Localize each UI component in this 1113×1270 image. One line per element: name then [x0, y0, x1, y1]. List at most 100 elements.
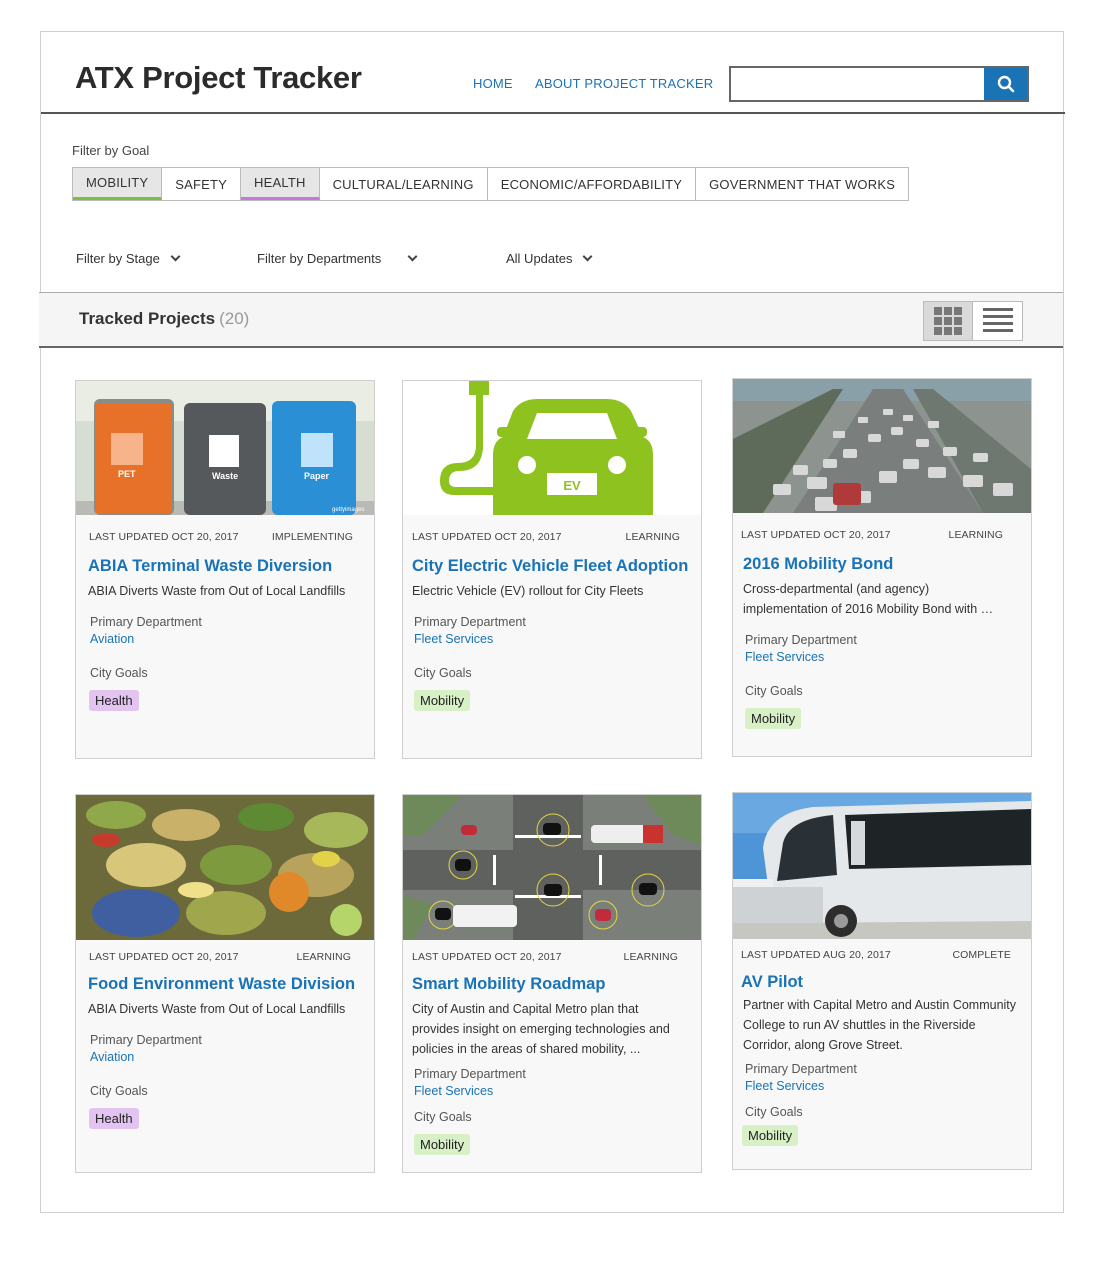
- department-link[interactable]: Fleet Services: [745, 650, 1031, 664]
- updates-dropdown[interactable]: All Updates: [506, 251, 593, 266]
- primary-department-label: Primary Department: [745, 633, 857, 647]
- goal-badge-mobility: Mobility: [414, 1134, 471, 1155]
- project-stage: LEARNING: [623, 951, 678, 963]
- primary-department-label: Primary Department: [745, 1062, 857, 1076]
- search-box: [729, 66, 1029, 102]
- city-goals-label: City Goals: [90, 666, 148, 680]
- filter-departments-dropdown[interactable]: Filter by Departments: [257, 251, 418, 266]
- project-title[interactable]: Food Environment Waste Division: [88, 975, 374, 994]
- goal-tab-economic-affordability[interactable]: ECONOMIC/AFFORDABILITY: [487, 168, 697, 200]
- tracked-projects-count: (20): [219, 309, 250, 328]
- view-toggle: [923, 301, 1023, 341]
- card-meta: LAST UPDATED OCT 20, 2017 LEARNING: [403, 531, 701, 551]
- search-icon: [997, 75, 1014, 93]
- project-description: City of Austin and Capital Metro plan th…: [412, 1002, 670, 1056]
- card-meta: LAST UPDATED OCT 20, 2017 IMPLEMENTING: [76, 531, 374, 551]
- project-description: Electric Vehicle (EV) rollout for City F…: [412, 584, 644, 598]
- project-image-recycling-bins: PET Waste Paper gettyimages: [76, 381, 374, 515]
- card-meta: LAST UPDATED AUG 20, 2017 COMPLETE: [733, 949, 1031, 969]
- goal-tab-cultural-learning[interactable]: CULTURAL/LEARNING: [319, 168, 488, 200]
- project-title[interactable]: City Electric Vehicle Fleet Adoption: [412, 557, 701, 576]
- project-card[interactable]: LAST UPDATED OCT 20, 2017 LEARNING 2016 …: [732, 378, 1032, 757]
- project-card[interactable]: EV LAST UPDATED OCT 20, 2017 LEARNING Ci…: [402, 380, 702, 759]
- city-goals-label: City Goals: [745, 684, 803, 698]
- project-description: ABIA Diverts Waste from Out of Local Lan…: [88, 1002, 346, 1016]
- project-card[interactable]: PET Waste Paper gettyimages LAST UPDATED…: [75, 380, 375, 759]
- card-meta: LAST UPDATED OCT 20, 2017 LEARNING: [733, 529, 1031, 549]
- project-stage: LEARNING: [625, 531, 680, 543]
- svg-text:Paper: Paper: [304, 471, 330, 481]
- tracked-projects-bar: Tracked Projects (20): [39, 292, 1063, 348]
- city-goals-label: City Goals: [414, 1110, 472, 1124]
- search-input[interactable]: [731, 68, 984, 100]
- project-image-food-waste: [76, 795, 374, 940]
- goal-tab-health[interactable]: HEALTH: [241, 168, 320, 200]
- project-card[interactable]: LAST UPDATED AUG 20, 2017 COMPLETE AV Pi…: [732, 792, 1032, 1170]
- goal-badge-mobility: Mobility: [742, 1125, 799, 1146]
- filter-by-goal-label: Filter by Goal: [72, 143, 150, 158]
- department-link[interactable]: Fleet Services: [414, 1084, 701, 1098]
- grid-view-button[interactable]: [924, 302, 974, 340]
- goal-tabs: MOBILITY SAFETY HEALTH CULTURAL/LEARNING…: [72, 167, 910, 201]
- city-goals-label: City Goals: [414, 666, 472, 680]
- svg-text:Waste: Waste: [212, 471, 238, 481]
- last-updated: LAST UPDATED OCT 20, 2017: [412, 531, 562, 543]
- goal-badge-health: Health: [89, 690, 139, 711]
- project-description: ABIA Diverts Waste from Out of Local Lan…: [88, 584, 346, 598]
- project-image-smart-intersection: [403, 795, 701, 940]
- nav-about[interactable]: ABOUT PROJECT TRACKER: [535, 76, 713, 91]
- last-updated: LAST UPDATED AUG 20, 2017: [741, 949, 891, 961]
- goal-tab-mobility[interactable]: MOBILITY: [73, 168, 163, 200]
- project-card[interactable]: LAST UPDATED OCT 20, 2017 LEARNING Food …: [75, 794, 375, 1173]
- filter-stage-dropdown[interactable]: Filter by Stage: [76, 251, 181, 266]
- project-description: Partner with Capital Metro and Austin Co…: [743, 998, 1017, 1052]
- card-meta: LAST UPDATED OCT 20, 2017 LEARNING: [403, 951, 701, 971]
- last-updated: LAST UPDATED OCT 20, 2017: [89, 951, 239, 963]
- nav-home[interactable]: HOME: [473, 76, 513, 91]
- chevron-down-icon: [583, 251, 593, 262]
- primary-department-label: Primary Department: [90, 1033, 202, 1047]
- page-frame: ATX Project Tracker HOME ABOUT PROJECT T…: [39, 31, 1065, 1213]
- project-stage: IMPLEMENTING: [271, 531, 353, 543]
- project-stage: LEARNING: [296, 951, 351, 963]
- header: ATX Project Tracker HOME ABOUT PROJECT T…: [41, 32, 1065, 114]
- goal-badge-health: Health: [89, 1108, 139, 1129]
- city-goals-label: City Goals: [90, 1084, 148, 1098]
- primary-department-label: Primary Department: [414, 615, 526, 629]
- app-title: ATX Project Tracker: [75, 60, 362, 95]
- project-image-av-shuttle: [733, 793, 1031, 939]
- search-button[interactable]: [984, 68, 1027, 100]
- primary-department-label: Primary Department: [414, 1067, 526, 1081]
- project-image-electric-vehicle: EV: [403, 381, 701, 515]
- project-stage: COMPLETE: [952, 949, 1011, 961]
- project-title[interactable]: AV Pilot: [741, 973, 1031, 992]
- goal-tab-safety[interactable]: SAFETY: [162, 168, 242, 200]
- project-title[interactable]: Smart Mobility Roadmap: [412, 975, 701, 994]
- city-goals-label: City Goals: [745, 1105, 803, 1119]
- filter-departments-label: Filter by Departments: [257, 251, 382, 266]
- card-meta: LAST UPDATED OCT 20, 2017 LEARNING: [76, 951, 374, 971]
- tracked-projects-title: Tracked Projects (20): [79, 309, 249, 329]
- project-title[interactable]: ABIA Terminal Waste Diversion: [88, 557, 374, 576]
- project-title[interactable]: 2016 Mobility Bond: [743, 555, 1031, 574]
- project-image-highway-traffic: [733, 379, 1031, 513]
- last-updated: LAST UPDATED OCT 20, 2017: [741, 529, 891, 541]
- svg-text:EV: EV: [563, 478, 581, 493]
- svg-text:gettyimages: gettyimages: [332, 507, 364, 513]
- department-link[interactable]: Aviation: [90, 632, 374, 646]
- department-link[interactable]: Fleet Services: [745, 1079, 1031, 1093]
- list-view-icon: [982, 308, 1013, 332]
- department-link[interactable]: Aviation: [90, 1050, 374, 1064]
- department-link[interactable]: Fleet Services: [414, 632, 701, 646]
- goal-badge-mobility: Mobility: [745, 708, 802, 729]
- svg-text:PET: PET: [118, 469, 136, 479]
- last-updated: LAST UPDATED OCT 20, 2017: [412, 951, 562, 963]
- project-card[interactable]: LAST UPDATED OCT 20, 2017 LEARNING Smart…: [402, 794, 702, 1173]
- filter-stage-label: Filter by Stage: [76, 251, 160, 266]
- list-view-button[interactable]: [973, 302, 1022, 340]
- project-description: Cross-departmental (and agency) implemen…: [743, 582, 994, 616]
- chevron-down-icon: [407, 251, 418, 262]
- goal-tab-government-that-works[interactable]: GOVERNMENT THAT WORKS: [696, 168, 909, 200]
- last-updated: LAST UPDATED OCT 20, 2017: [89, 531, 239, 543]
- primary-department-label: Primary Department: [90, 615, 202, 629]
